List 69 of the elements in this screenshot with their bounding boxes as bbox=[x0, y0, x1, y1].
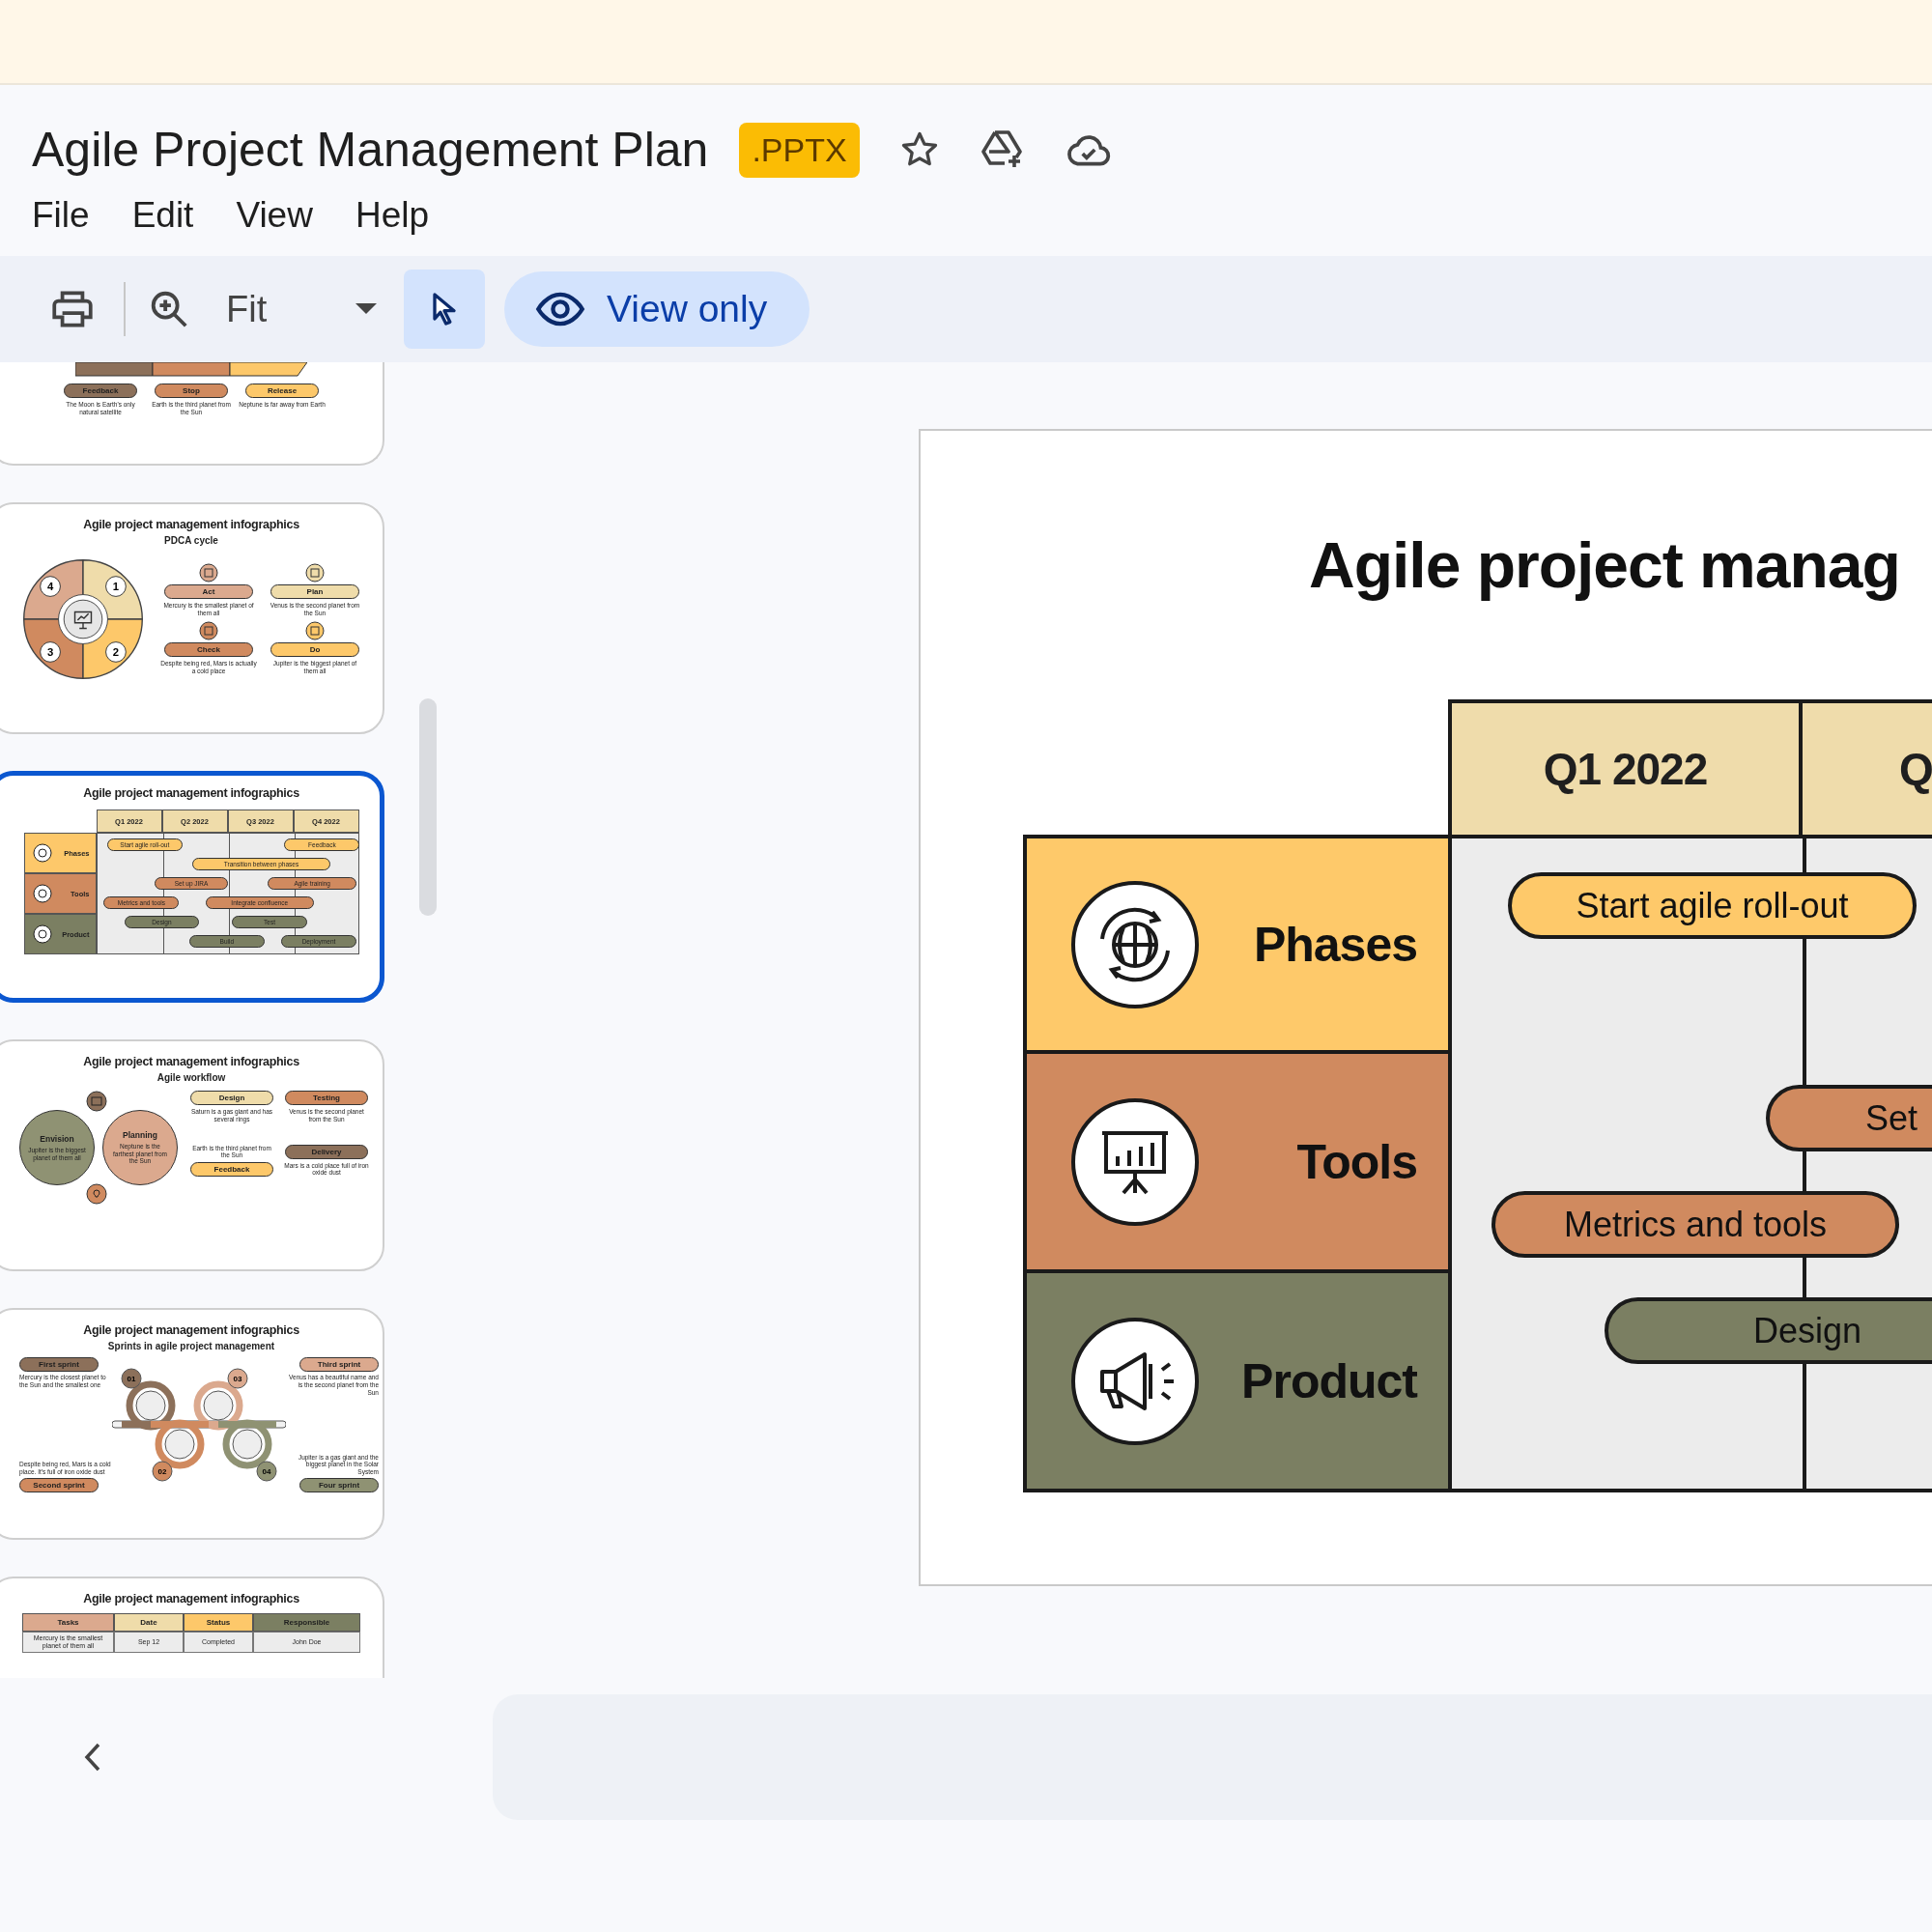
caret-icon bbox=[355, 303, 377, 315]
thumbnail-title: Agile project management infographics bbox=[83, 786, 299, 800]
timeline-bar: Start agile roll-out bbox=[1508, 872, 1917, 939]
sprint-number: 03 bbox=[233, 1375, 242, 1383]
document-title: Agile Project Management Plan bbox=[32, 122, 709, 178]
circle-icon bbox=[305, 563, 325, 583]
timeline-bar: Set bbox=[1766, 1085, 1932, 1151]
row-label: Product bbox=[1241, 1352, 1417, 1409]
sprint-label: First sprint bbox=[19, 1357, 99, 1372]
step-number: 3 bbox=[46, 645, 54, 658]
quarter-header: Q1 2022 bbox=[1448, 699, 1803, 835]
sprint-number: 02 bbox=[157, 1467, 167, 1476]
menu-item[interactable]: File bbox=[32, 195, 90, 236]
step-label: Feedback bbox=[190, 1162, 273, 1178]
circle-icon bbox=[32, 843, 52, 863]
thumbnail-subtitle: Sprints in agile project management bbox=[107, 1341, 275, 1351]
step-label: Act bbox=[164, 584, 253, 600]
step-label: Check bbox=[164, 642, 253, 657]
step-label: Do bbox=[270, 642, 359, 657]
timeline-bar: Metrics and tools bbox=[1492, 1191, 1899, 1258]
chart-board-icon bbox=[1069, 1095, 1201, 1228]
thumbnail-title: Agile project management infographics bbox=[83, 1592, 299, 1605]
stage-label: Planning bbox=[123, 1129, 157, 1140]
megaphone-icon bbox=[1069, 1315, 1201, 1447]
thumbnail-subtitle: PDCA cycle bbox=[164, 535, 218, 546]
row-label: Tools bbox=[1296, 1133, 1417, 1190]
sprint-label: Four sprint bbox=[299, 1478, 379, 1492]
step-label: Testing bbox=[285, 1091, 368, 1105]
thumbnail-title: Agile project management infographics bbox=[83, 518, 299, 531]
step-label: Design bbox=[190, 1091, 273, 1105]
quarter-header: Q bbox=[1803, 699, 1932, 835]
slide-title: Agile project manag bbox=[1308, 528, 1901, 603]
sprint-number: 01 bbox=[127, 1375, 136, 1383]
globe-icon bbox=[1069, 878, 1201, 1010]
table-header: Date bbox=[114, 1613, 184, 1632]
table-header: Responsible bbox=[253, 1613, 360, 1632]
step-label: Feedback bbox=[64, 384, 137, 398]
view-only-button[interactable]: View only bbox=[504, 271, 810, 347]
slide-thumbnail[interactable] bbox=[0, 771, 384, 1003]
timeline-bar: Design bbox=[1605, 1297, 1932, 1364]
step-label: Plan bbox=[270, 584, 359, 600]
stage-label: Envision bbox=[40, 1133, 74, 1144]
step-number: 1 bbox=[112, 580, 120, 592]
circle-icon bbox=[199, 563, 218, 583]
step-label: Stop bbox=[155, 384, 228, 398]
table-header: Status bbox=[184, 1613, 253, 1632]
sprint-label: Second sprint bbox=[19, 1478, 99, 1492]
menu-item[interactable]: Edit bbox=[131, 195, 194, 236]
row-label: Phases bbox=[1253, 916, 1417, 973]
scrollbar[interactable] bbox=[419, 698, 437, 916]
step-number: 4 bbox=[46, 580, 54, 592]
circle-icon bbox=[32, 884, 52, 903]
file-format-badge: .PPTX bbox=[739, 122, 860, 178]
thumbnail-subtitle: Agile workflow bbox=[156, 1072, 226, 1083]
circle-icon bbox=[32, 924, 52, 944]
menu-item[interactable]: Help bbox=[355, 195, 430, 236]
step-label: Release bbox=[245, 384, 319, 398]
circle-icon bbox=[305, 621, 325, 640]
thumbnail-title: Agile project management infographics bbox=[83, 1323, 299, 1337]
step-label: Delivery bbox=[285, 1144, 368, 1159]
circle-icon bbox=[199, 621, 218, 640]
zoom-dropdown[interactable]: Fit bbox=[213, 288, 386, 330]
table-header: Tasks bbox=[22, 1613, 114, 1632]
step-number: 2 bbox=[112, 645, 120, 658]
pointer-tool-button[interactable] bbox=[404, 270, 485, 349]
sprint-number: 04 bbox=[262, 1467, 271, 1476]
menu-item[interactable]: View bbox=[236, 195, 313, 236]
sprint-label: Third sprint bbox=[299, 1357, 379, 1372]
thumbnail-title: Agile project management infographics bbox=[83, 1055, 299, 1068]
